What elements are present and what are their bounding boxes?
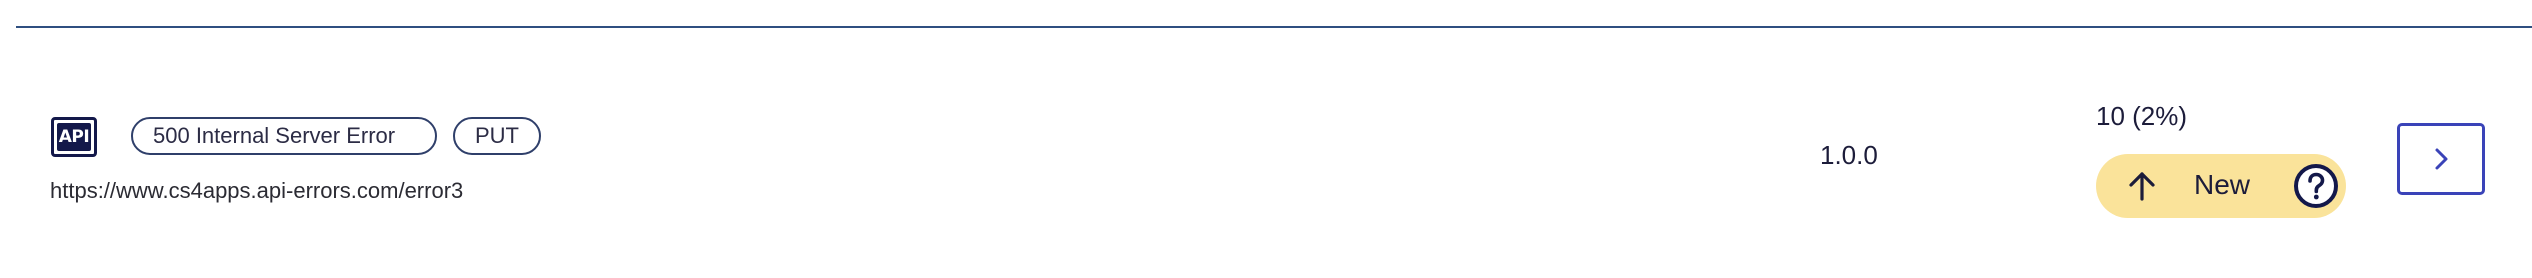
occurrence-count: 10 (2%) [2096,101,2188,131]
trend-badge: New [2096,154,2346,218]
http-method-tag: PUT [453,117,541,155]
app-version: 1.0.0 [1820,140,1878,170]
error-list-row: API 500 Internal Server Error PUT https:… [0,28,2532,278]
question-circle-icon[interactable] [2292,162,2340,210]
open-details-button[interactable] [2397,123,2485,195]
api-icon: API [51,117,97,157]
chevron-right-icon [2435,148,2448,170]
trend-label: New [2194,169,2251,200]
status-code-tag: 500 Internal Server Error [131,117,437,155]
arrow-up-icon [2129,172,2155,201]
api-badge-label: API [57,123,91,151]
error-url: https://www.cs4apps.api-errors.com/error… [50,178,464,203]
